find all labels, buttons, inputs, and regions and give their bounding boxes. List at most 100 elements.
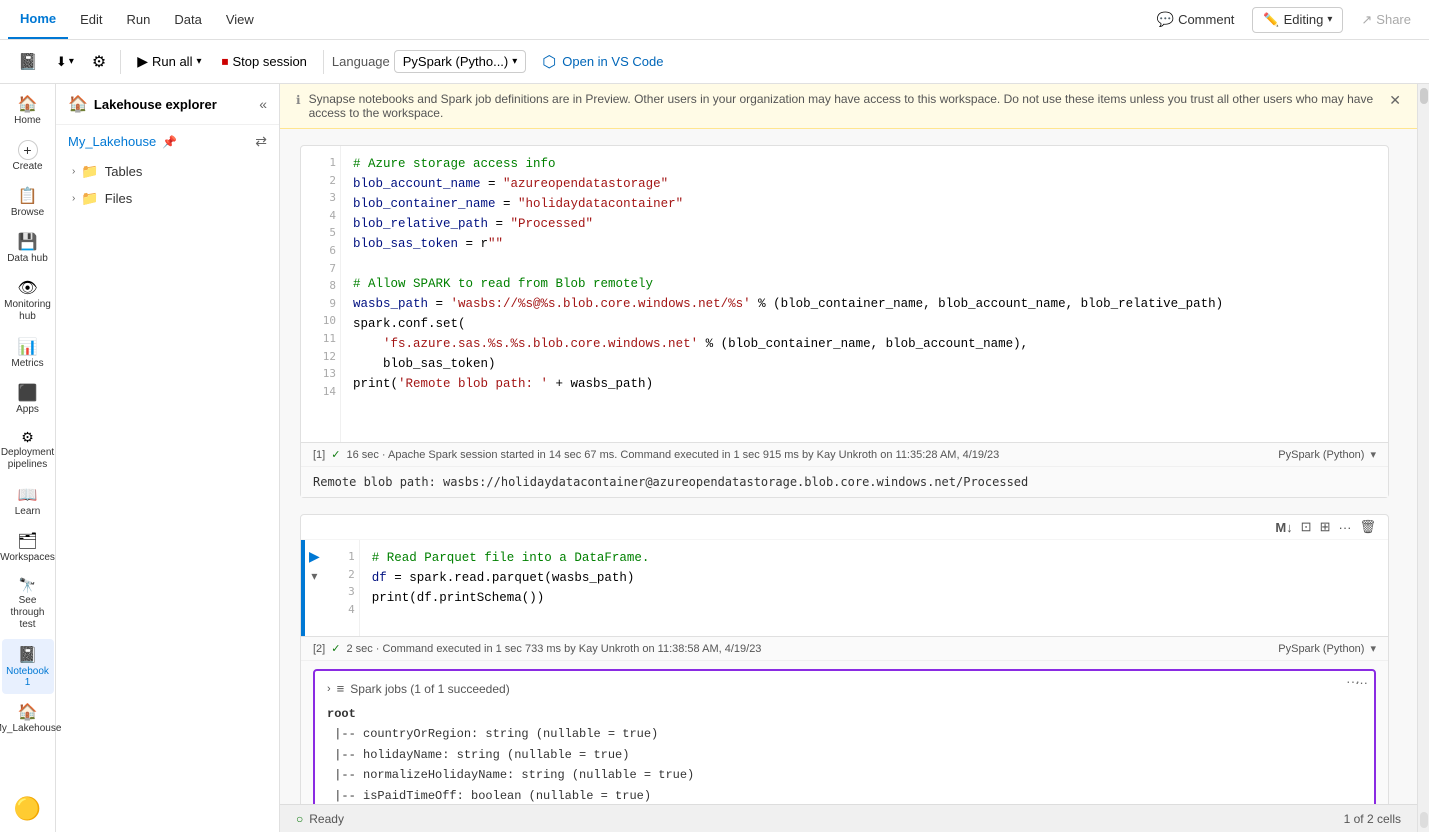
cell-2-output-text: 2 sec · Command executed in 1 sec 733 ms… — [346, 643, 761, 655]
sidebar-item-notebook1[interactable]: 📓 Notebook 1 — [2, 639, 54, 694]
notebook-content: ℹ Synapse notebooks and Spark job defini… — [280, 84, 1417, 832]
sidebar-item-browse[interactable]: 📋 Browse — [2, 180, 54, 224]
cell-1-gutter: 1234567891011121314 — [301, 146, 341, 442]
tables-tree-item[interactable]: › 📁 Tables — [56, 158, 279, 185]
view-tab[interactable]: View — [214, 0, 266, 39]
sidebar-item-home[interactable]: 🏠 Home — [2, 88, 54, 132]
seethrough-icon: 🔭 — [19, 577, 36, 594]
output-box: › ≡ Spark jobs (1 of 1 succeeded) ··· ro… — [313, 669, 1376, 804]
sidebar-item-mylakehouse[interactable]: 🏠 My_Lakehouse — [2, 696, 54, 741]
run-tab[interactable]: Run — [115, 0, 163, 39]
sidebar-item-datahub[interactable]: 💾 Data hub — [2, 226, 54, 270]
chevron-down-icon[interactable]: ▾ — [1370, 448, 1376, 461]
lakehouse-name-text[interactable]: My_Lakehouse — [68, 134, 156, 149]
sidebar-item-workspaces[interactable]: 🗂 Workspaces — [2, 525, 54, 569]
merge-cell-icon[interactable]: ⊞ — [1320, 519, 1331, 535]
cell-2-code[interactable]: # Read Parquet file into a DataFrame. df… — [360, 540, 1388, 636]
stop-session-button[interactable]: ⏹ Stop session — [213, 49, 314, 74]
sidebar-label-metrics: Metrics — [11, 358, 43, 369]
monitoring-icon: 👁 — [17, 278, 37, 298]
cell-1-output-bar: [1] ✓ 16 sec · Apache Spark session star… — [301, 442, 1388, 466]
sidebar-item-apps[interactable]: ⬛ Apps — [2, 377, 54, 421]
collapse-panel-icon[interactable]: « — [259, 96, 267, 112]
pin-icon: 📌 — [162, 135, 177, 149]
cell-1-ref: [1] — [313, 449, 325, 461]
sidebar-item-seethrough[interactable]: 🔭 See through test — [2, 571, 54, 637]
stop-icon: ⏹ — [221, 53, 228, 70]
cell-1-language: PySpark (Python) — [1278, 449, 1364, 461]
top-bar: Home Edit Run Data View 💬 Comment ✏️ Edi… — [0, 0, 1429, 40]
workspaces-icon: 🗂 — [17, 531, 37, 551]
share-icon: ↗ — [1361, 12, 1372, 28]
delete-cell-icon[interactable]: 🗑 — [1359, 519, 1376, 535]
sidebar-item-monitoring[interactable]: 👁 Monitoring hub — [2, 272, 54, 329]
editing-button[interactable]: ✏️ Editing ▾ — [1252, 7, 1343, 33]
run-cell-icon[interactable]: ▶ — [309, 548, 320, 565]
refresh-icon[interactable]: ⇄ — [255, 133, 267, 150]
status-bar: ○ Ready 1 of 2 cells — [280, 804, 1417, 832]
notebook-icon: 📓 — [18, 645, 38, 665]
download-button[interactable]: ⬇ ▾ — [48, 50, 82, 74]
more-options-icon[interactable]: ··· — [1338, 520, 1351, 535]
close-icon[interactable]: ✕ — [1389, 92, 1401, 109]
cell-1-code[interactable]: # Azure storage access info blob_account… — [341, 146, 1388, 442]
sidebar-label-home: Home — [14, 115, 41, 126]
home-tab[interactable]: Home — [8, 0, 68, 39]
edit-tab[interactable]: Edit — [68, 0, 114, 39]
info-bar: ℹ Synapse notebooks and Spark job defini… — [280, 84, 1417, 129]
chevron-down-icon-2[interactable]: ▾ — [1370, 642, 1376, 655]
sidebar-label-deployment: Deployment pipelines — [1, 447, 54, 471]
chevron-down-icon: ▾ — [196, 56, 201, 67]
deployment-icon: ⚙ — [21, 429, 34, 446]
spark-jobs-label: Spark jobs (1 of 1 succeeded) — [350, 682, 509, 696]
sidebar-label-create: Create — [12, 161, 42, 172]
folder-icon: 📁 — [81, 163, 98, 180]
spark-jobs-icon: ≡ — [337, 681, 345, 696]
settings-button[interactable]: ⚙ — [86, 48, 112, 76]
files-label: Files — [105, 191, 132, 206]
success-icon: ✓ — [331, 448, 340, 461]
chevron-down-icon: ▾ — [69, 56, 74, 67]
output-dots[interactable]: ··· — [1346, 673, 1360, 689]
sidebar-label-learn: Learn — [15, 506, 41, 517]
cell-1-output-text: 16 sec · Apache Spark session started in… — [346, 449, 999, 461]
folder-icon: 📁 — [81, 190, 98, 207]
power-bi-icon[interactable]: 🟡 — [14, 796, 41, 822]
sidebar-item-deployment[interactable]: ⚙ Deployment pipelines — [2, 423, 54, 477]
sidebar-label-workspaces: Workspaces — [0, 552, 55, 563]
sidebar-label-browse: Browse — [11, 207, 44, 218]
share-button[interactable]: ↗ Share — [1351, 8, 1421, 32]
markdown-icon[interactable]: M↓ — [1275, 520, 1292, 535]
comment-button[interactable]: 💬 Comment — [1147, 7, 1245, 32]
sidebar-label-datahub: Data hub — [7, 253, 48, 264]
sidebar-label-seethrough: See through test — [6, 595, 50, 631]
spark-jobs-header[interactable]: › ≡ Spark jobs (1 of 1 succeeded) — [327, 681, 1362, 696]
cell-1: 1234567891011121314 # Azure storage acce… — [300, 145, 1389, 498]
lakehouse-explorer-panel: 🏠 Lakehouse explorer « My_Lakehouse 📌 ⇄ … — [56, 84, 280, 832]
apps-icon: ⬛ — [18, 383, 38, 403]
chevron-right-icon: › — [72, 166, 75, 177]
sidebar-item-learn[interactable]: 📖 Learn — [2, 479, 54, 523]
expand-cell-icon[interactable]: ▾ — [311, 569, 317, 583]
metrics-icon: 📊 — [18, 337, 38, 357]
info-icon: ℹ — [296, 93, 301, 107]
lakehouse-explorer-icon: 🏠 — [68, 94, 88, 114]
split-cell-icon[interactable]: ⊡ — [1301, 519, 1312, 535]
run-all-button[interactable]: ▶ Run all ▾ — [129, 49, 209, 74]
chevron-down-icon: ▾ — [1327, 14, 1332, 25]
sidebar-item-create[interactable]: + Create — [2, 134, 54, 178]
data-tab[interactable]: Data — [162, 0, 213, 39]
cells-container[interactable]: 1234567891011121314 # Azure storage acce… — [280, 129, 1417, 804]
language-selector[interactable]: PySpark (Pytho...) ▾ — [394, 50, 527, 73]
files-tree-item[interactable]: › 📁 Files — [56, 185, 279, 212]
download-icon: ⬇ — [56, 54, 67, 70]
chevron-down-icon: ▾ — [512, 56, 517, 67]
comment-icon: 💬 — [1157, 11, 1174, 28]
scrollbar-track[interactable] — [1417, 84, 1429, 832]
datahub-icon: 💾 — [18, 232, 38, 252]
open-vs-code-button[interactable]: ⬡ Open in VS Code — [530, 48, 675, 76]
cells-count: 1 of 2 cells — [1344, 812, 1401, 826]
tables-label: Tables — [105, 164, 143, 179]
sidebar-item-metrics[interactable]: 📊 Metrics — [2, 331, 54, 375]
notebook-icon-btn[interactable]: 📓 — [12, 48, 44, 76]
